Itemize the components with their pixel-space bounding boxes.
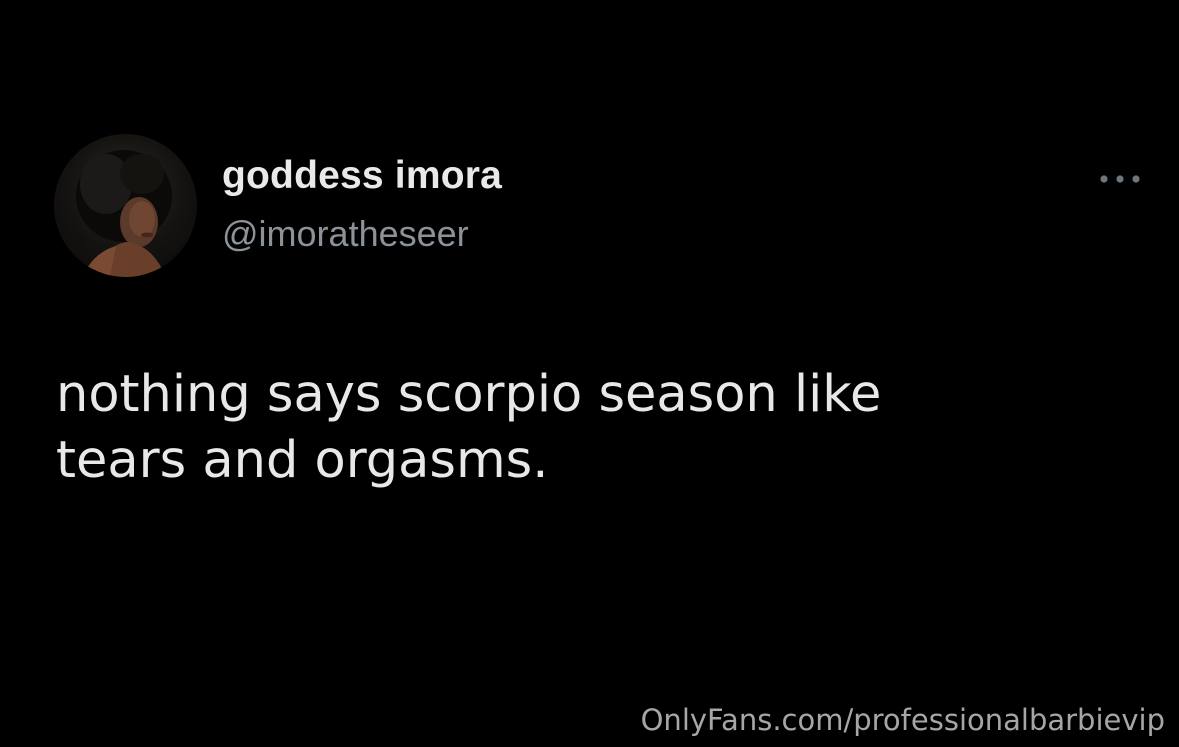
watermark: OnlyFans.com/professionalbarbievip (640, 703, 1165, 737)
author-handle[interactable]: @imoratheseer (222, 213, 469, 255)
more-options-button[interactable] (1096, 170, 1146, 188)
tweet-screenshot: goddess imora @imoratheseer nothing says… (0, 0, 1179, 747)
tweet-text-line: nothing says scorpio season like (56, 365, 882, 424)
tweet-text-line: tears and orgasms. (56, 431, 549, 490)
more-horizontal-icon (1100, 175, 1140, 183)
avatar[interactable] (54, 134, 197, 277)
author-display-name[interactable]: goddess imora (222, 154, 502, 198)
profile-photo (76, 150, 172, 277)
tweet-text: nothing says scorpio season like tears a… (56, 362, 1136, 494)
